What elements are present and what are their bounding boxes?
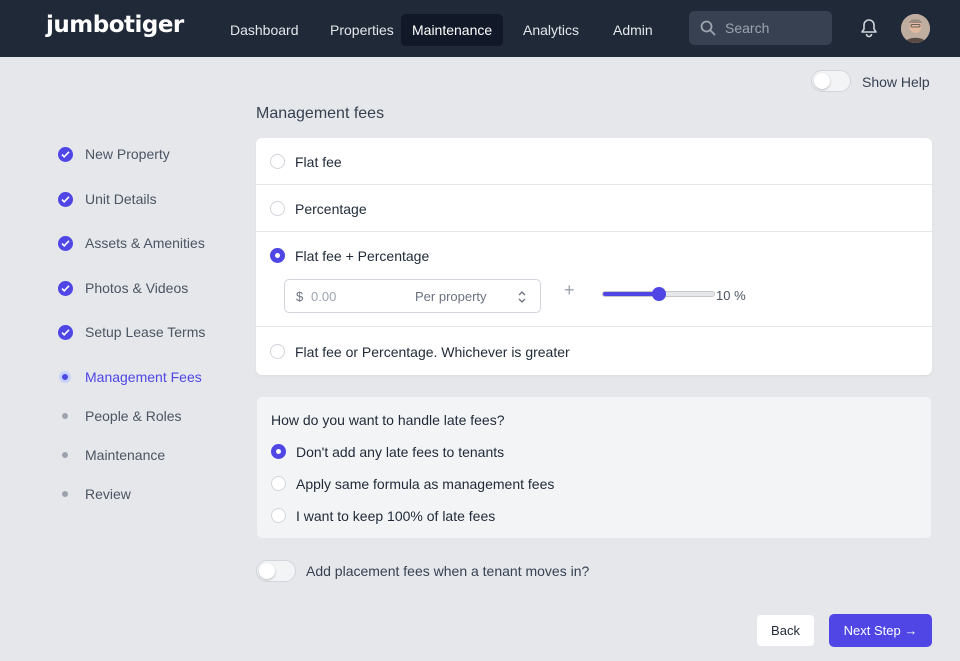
step-label: Maintenance	[85, 447, 166, 463]
show-help-label: Show Help	[862, 74, 930, 90]
radio-button[interactable]	[270, 154, 285, 169]
current-step-dot	[62, 374, 68, 380]
top-nav-bar: jumbotiger Dashboard Properties Maintena…	[0, 0, 960, 57]
check-circle-icon	[58, 236, 73, 251]
step-label: Setup Lease Terms	[85, 324, 206, 340]
management-fees-card: Flat fee Percentage Flat fee + Percentag…	[256, 138, 932, 375]
user-avatar[interactable]	[901, 14, 930, 43]
option-label: Flat fee or Percentage. Whichever is gre…	[295, 344, 570, 360]
option-label: Apply same formula as management fees	[296, 476, 555, 492]
radio-button[interactable]	[270, 201, 285, 216]
radio-button-selected[interactable]	[271, 444, 286, 459]
step-label: People & Roles	[85, 408, 182, 424]
step-label: Unit Details	[85, 191, 157, 207]
radio-button[interactable]	[270, 344, 285, 359]
option-label: Flat fee + Percentage	[295, 248, 430, 264]
radio-button-selected[interactable]	[270, 248, 285, 263]
nav-admin[interactable]: Admin	[602, 14, 664, 46]
nav-analytics[interactable]: Analytics	[512, 14, 590, 46]
option-label: Don't add any late fees to tenants	[296, 444, 505, 460]
step-label: New Property	[85, 146, 170, 162]
toggle-knob	[814, 73, 830, 89]
step-dot	[62, 413, 68, 419]
plus-icon: +	[564, 280, 575, 300]
check-circle-icon	[58, 281, 73, 296]
check-circle-icon	[58, 325, 73, 340]
nav-dashboard[interactable]: Dashboard	[219, 14, 310, 46]
radio-button[interactable]	[271, 508, 286, 523]
check-circle-icon	[58, 147, 73, 162]
late-fees-card: How do you want to handle late fees? Don…	[256, 396, 932, 539]
amount-placeholder: 0.00	[311, 289, 337, 304]
currency-symbol: $	[296, 289, 304, 304]
placement-fees-label: Add placement fees when a tenant moves i…	[306, 563, 590, 579]
back-button[interactable]: Back	[756, 614, 815, 647]
bell-icon[interactable]	[860, 18, 878, 38]
step-label: Review	[85, 486, 131, 502]
step-label: Assets & Amenities	[85, 235, 205, 251]
show-help-toggle[interactable]	[811, 70, 851, 92]
option-label: Flat fee	[295, 154, 342, 170]
search-placeholder: Search	[725, 20, 770, 36]
search-input[interactable]: Search	[689, 11, 832, 45]
search-icon	[700, 20, 716, 36]
nav-properties[interactable]: Properties	[319, 14, 405, 46]
per-unit-select[interactable]: Per property	[415, 289, 487, 304]
section-title: Management fees	[256, 105, 385, 122]
toggle-knob	[259, 563, 275, 579]
step-dot	[62, 491, 68, 497]
percentage-slider[interactable]	[602, 287, 715, 301]
step-label: Management Fees	[85, 369, 202, 385]
fee-option-percentage[interactable]: Percentage	[256, 185, 932, 232]
flat-fee-amount-input[interactable]: $ 0.00 Per property	[284, 279, 541, 313]
slider-handle[interactable]	[651, 287, 666, 301]
app-logo[interactable]: jumbotiger	[46, 12, 184, 38]
nav-maintenance[interactable]: Maintenance	[401, 14, 504, 46]
placement-fees-toggle[interactable]	[256, 560, 296, 582]
chevron-up-down-icon[interactable]	[517, 290, 527, 304]
fee-option-flat[interactable]: Flat fee	[256, 138, 932, 185]
fee-option-greater[interactable]: Flat fee or Percentage. Whichever is gre…	[256, 327, 932, 375]
radio-button[interactable]	[271, 476, 286, 491]
slider-fill	[603, 292, 659, 296]
option-label: I want to keep 100% of late fees	[296, 508, 496, 524]
percentage-value: 10 %	[716, 288, 746, 303]
option-label: Percentage	[295, 201, 367, 217]
step-label: Photos & Videos	[85, 280, 189, 296]
step-dot	[62, 452, 68, 458]
next-step-button[interactable]: Next Step →	[829, 614, 932, 647]
late-fees-question: How do you want to handle late fees?	[271, 412, 505, 428]
check-circle-icon	[58, 192, 73, 207]
